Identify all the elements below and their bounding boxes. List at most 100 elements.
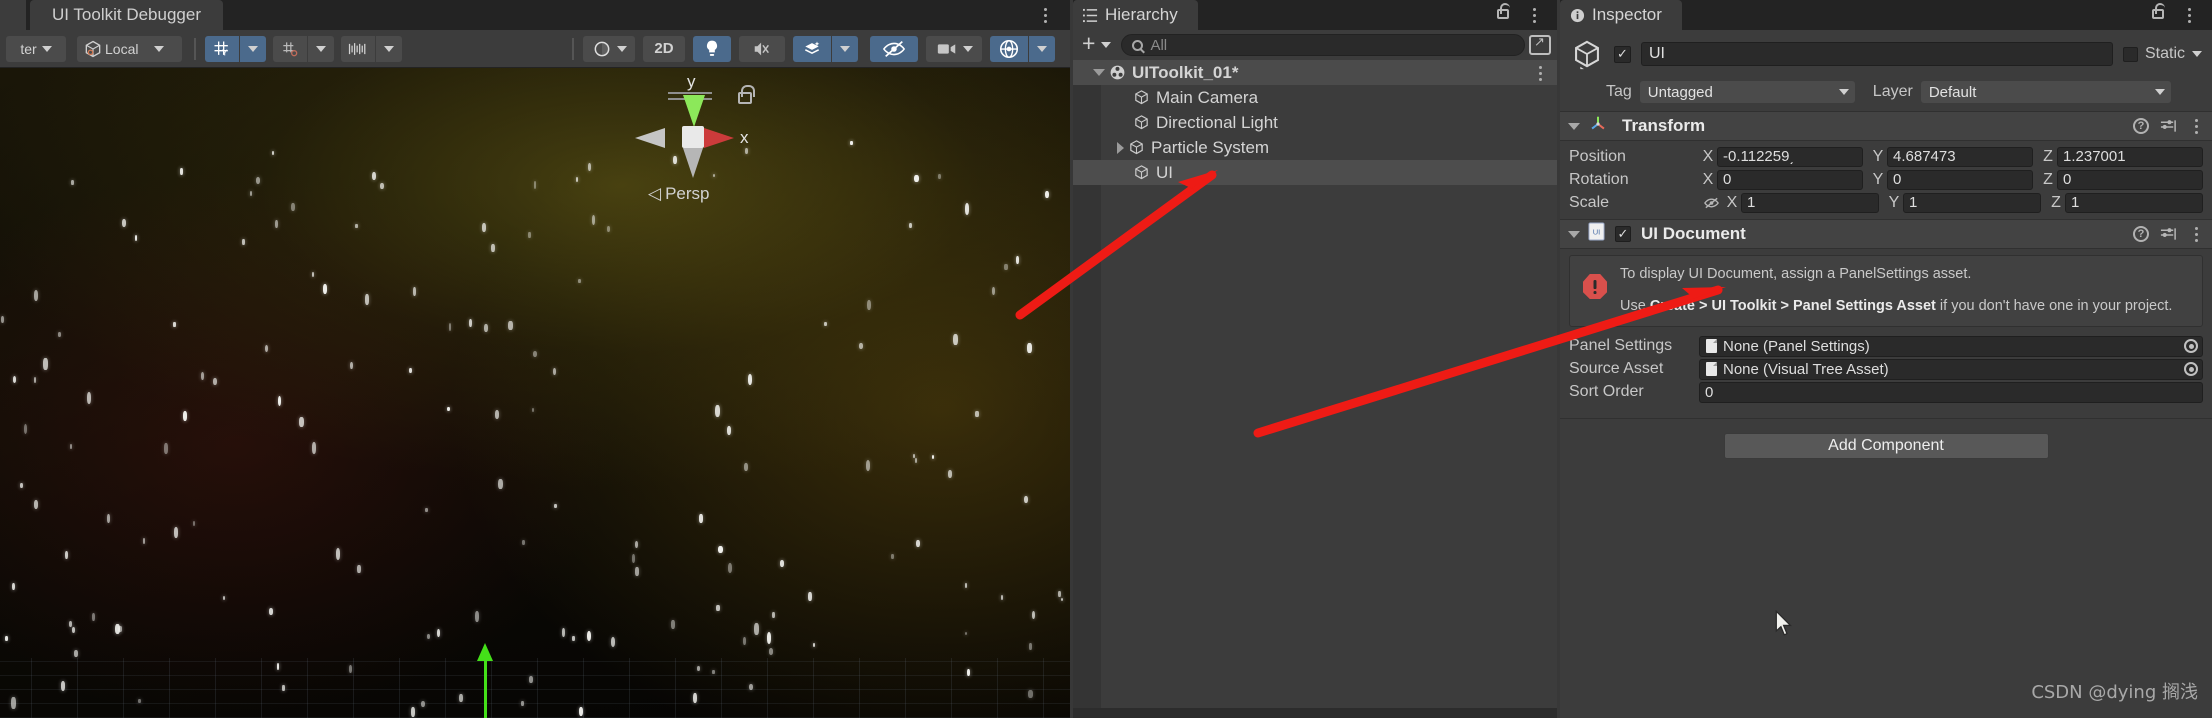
hierarchy-tree[interactable]: UIToolkit_01* Main Camera Directional Ligh… — [1073, 60, 1953, 718]
particle — [965, 583, 968, 588]
hierarchy-search-input[interactable]: All — [1121, 34, 1525, 56]
handle-space-button[interactable]: Local — [77, 35, 182, 62]
scene-fx-group — [793, 35, 858, 62]
scale-y-input[interactable]: 1 — [1903, 192, 2041, 213]
tab-inspector[interactable]: Inspector — [1560, 0, 1682, 30]
particle — [0, 316, 5, 324]
inspector-overflow-menu[interactable] — [2180, 4, 2198, 26]
grid-snapping-icon[interactable]: Y — [205, 35, 239, 62]
collapse-triangle-icon[interactable] — [1568, 230, 1580, 238]
grid-visibility-icon[interactable] — [341, 35, 375, 62]
collapse-triangle-icon[interactable] — [1568, 122, 1580, 130]
gizmo-center-cube[interactable] — [682, 126, 704, 148]
panel-settings-object-field[interactable]: None (Panel Settings) — [1699, 335, 2203, 357]
snap-increment-dropdown[interactable] — [308, 35, 334, 62]
tab-hierarchy[interactable]: Hierarchy — [1073, 0, 1198, 30]
scene-fx-dropdown[interactable] — [832, 35, 858, 62]
helpbox-line2-suffix: if you don't have one in your project. — [1935, 297, 2173, 314]
add-dropdown-chevron-down-icon[interactable] — [1101, 42, 1112, 48]
scene-camera-button[interactable] — [926, 35, 982, 62]
particle — [484, 323, 488, 333]
scene-window-overflow-menu[interactable] — [1036, 4, 1054, 26]
sort-order-input[interactable]: 0 — [1699, 381, 2203, 403]
open-in-new-icon[interactable] — [1529, 34, 1551, 55]
inspector-lock-icon[interactable] — [2152, 3, 2165, 19]
hierarchy-item-particle-system[interactable]: Particle System — [1073, 135, 1557, 160]
help-icon[interactable]: ? — [2133, 226, 2149, 242]
hierarchy-overflow-menu[interactable] — [1525, 4, 1543, 26]
particle — [87, 392, 92, 405]
scene-orientation-gizmo[interactable]: y x ◁ Persp — [620, 68, 770, 208]
hierarchy-item-ui[interactable]: UI — [1073, 160, 1557, 185]
tag-dropdown[interactable]: Untagged — [1639, 81, 1855, 103]
pivot-mode-button[interactable]: ter — [6, 35, 66, 62]
grid-visibility-dropdown[interactable] — [376, 35, 402, 62]
tab-previous-partial[interactable] — [0, 0, 26, 30]
hierarchy-item-directional-light[interactable]: Directional Light — [1073, 110, 1557, 135]
scale-x-input[interactable]: 1 — [1741, 192, 1879, 213]
particle — [61, 681, 66, 691]
position-z-input[interactable]: 1.237001 — [2057, 146, 2203, 167]
twisty-expanded-icon[interactable] — [1093, 69, 1105, 76]
draw-mode-button[interactable] — [583, 35, 635, 62]
grid-snapping-dropdown[interactable] — [240, 35, 266, 62]
y-axis-move-handle[interactable] — [477, 643, 493, 718]
constrain-proportions-off-icon[interactable] — [1699, 196, 1723, 210]
particle — [69, 444, 73, 449]
rotation-y-input[interactable]: 0 — [1887, 169, 2033, 190]
scene-fx-icon[interactable] — [793, 35, 831, 62]
position-y-input[interactable]: 4.687473 — [1887, 146, 2033, 167]
add-component-button[interactable]: Add Component — [1723, 432, 2049, 459]
particle — [754, 622, 759, 635]
gameobject-enabled-checkbox[interactable]: ✓ — [1614, 45, 1631, 63]
scene-context-menu[interactable] — [1531, 62, 1549, 84]
gizmos-dropdown[interactable] — [1029, 35, 1055, 62]
help-icon[interactable]: ? — [2133, 118, 2149, 134]
plus-icon[interactable]: + — [1079, 32, 1097, 58]
twisty-collapsed-icon[interactable] — [1117, 141, 1124, 154]
ui-document-enabled-checkbox[interactable]: ✓ — [1615, 226, 1631, 242]
gizmo-axis-x-positive[interactable] — [704, 128, 734, 148]
static-checkbox[interactable] — [2122, 46, 2138, 62]
scale-z-input[interactable]: 1 — [2065, 192, 2203, 213]
particle — [635, 540, 639, 548]
hierarchy-item-main-camera[interactable]: Main Camera — [1073, 85, 1557, 110]
preset-icon[interactable] — [2160, 119, 2177, 133]
scene-camera-icon — [937, 43, 955, 54]
gizmo-axis-x-negative[interactable] — [635, 128, 665, 148]
component-menu-kebab[interactable] — [2188, 117, 2204, 135]
scene-view-viewport[interactable]: y x ◁ Persp — [0, 68, 1070, 718]
hierarchy-lock-icon[interactable] — [1497, 3, 1510, 19]
component-header-transform[interactable]: Transform ? — [1560, 111, 2212, 141]
gizmo-axis-y-negative[interactable] — [683, 148, 703, 178]
scene-audio-muted-icon[interactable] — [739, 35, 785, 62]
particle — [768, 647, 774, 655]
preset-icon[interactable] — [2160, 227, 2177, 241]
source-asset-object-field[interactable]: None (Visual Tree Asset) — [1699, 358, 2203, 380]
object-picker-icon[interactable] — [2184, 339, 2198, 353]
component-menu-kebab[interactable] — [2188, 225, 2204, 243]
gizmo-axis-y-positive[interactable] — [683, 95, 705, 127]
component-header-ui-document[interactable]: UI ✓ UI Document ? — [1560, 219, 2212, 249]
hierarchy-toolbar: + All — [1073, 30, 1557, 60]
particle — [447, 406, 450, 412]
snap-increment-icon[interactable] — [273, 35, 307, 62]
scene-lighting-icon[interactable] — [693, 35, 731, 62]
tab-ui-toolkit-debugger[interactable]: UI Toolkit Debugger — [30, 0, 223, 30]
particle — [766, 631, 772, 644]
two-d-toggle[interactable]: 2D — [643, 35, 685, 62]
gizmo-projection-label[interactable]: ◁ Persp — [648, 184, 710, 204]
static-toggle-group[interactable]: Static — [2122, 45, 2202, 63]
lock-open-icon[interactable] — [738, 85, 755, 104]
hierarchy-item-uitoolkit-01[interactable]: UIToolkit_01* — [1073, 60, 1557, 85]
gameobject-name-input[interactable]: UI — [1641, 42, 2113, 66]
cube-orient-icon — [85, 40, 101, 57]
layer-dropdown[interactable]: Default — [1920, 81, 2171, 103]
rotation-z-input[interactable]: 0 — [2057, 169, 2203, 190]
position-x-input[interactable]: -0.112259͵ — [1717, 146, 1863, 167]
scene-visibility-icon[interactable] — [870, 35, 918, 62]
rotation-x-input[interactable]: 0 — [1717, 169, 1863, 190]
gizmos-icon[interactable] — [990, 35, 1028, 62]
static-chevron-down-icon[interactable] — [2192, 51, 2202, 57]
object-picker-icon[interactable] — [2184, 362, 2198, 376]
